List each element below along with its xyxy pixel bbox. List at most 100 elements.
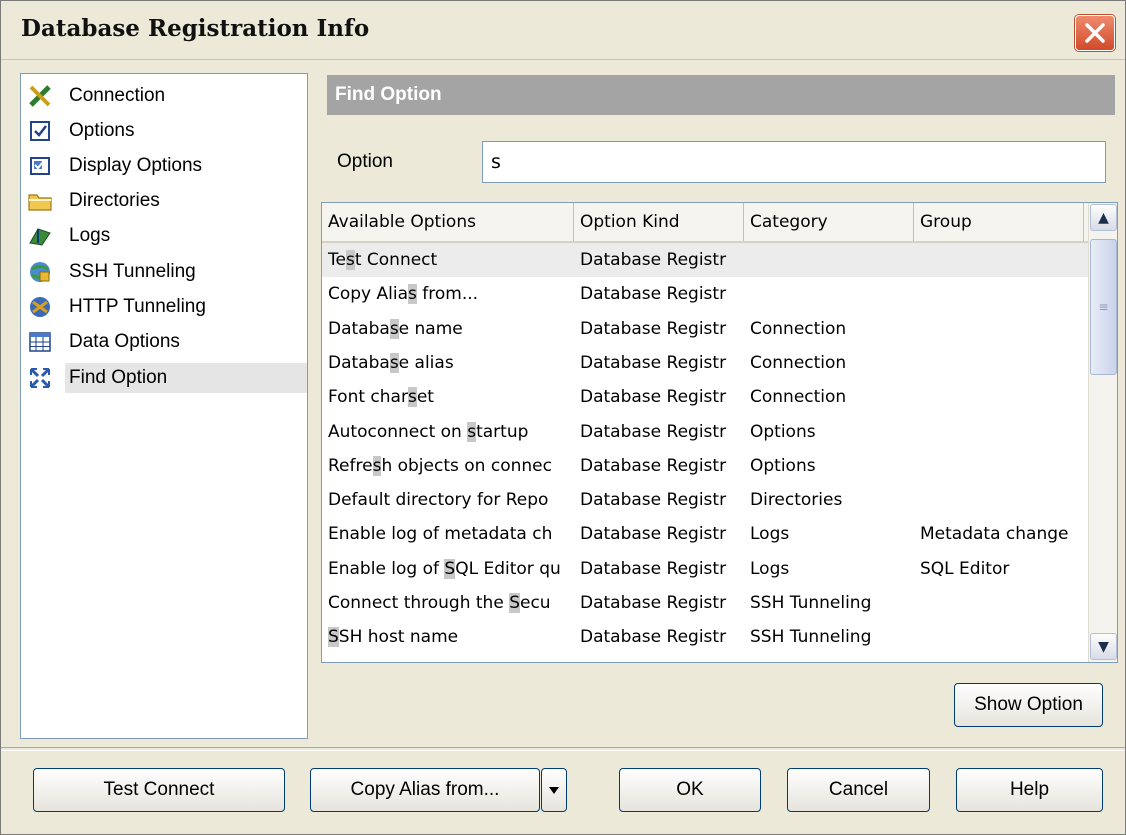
display-options-icon — [27, 153, 53, 179]
ok-button[interactable]: OK — [619, 768, 761, 812]
title-bar: Database Registration Info — [1, 1, 1125, 60]
options-grid[interactable]: Available Options Option Kind Category G… — [321, 202, 1118, 663]
table-row[interactable]: Font charset Database Registr Connection — [322, 380, 1088, 414]
table-row[interactable]: Database alias Database Registr Connection — [322, 346, 1088, 380]
table-cell: SSH Tunneling — [750, 593, 872, 613]
search-match-highlight: S — [328, 661, 339, 662]
ssh-tunneling-icon — [27, 259, 53, 285]
option-search-input[interactable] — [482, 141, 1106, 183]
sidebar-item-label: Find Option — [65, 363, 307, 393]
search-match-highlight: s — [389, 318, 399, 339]
sidebar-item-label: Data Options — [69, 331, 180, 352]
table-cell: Copy Alias from... — [328, 284, 479, 305]
search-match-highlight: s — [467, 421, 477, 442]
sidebar-item-connection[interactable]: Connection — [21, 78, 307, 114]
sidebar-item-directories[interactable]: Directories — [21, 183, 307, 219]
table-cell: SQL Editor — [920, 558, 1010, 579]
cancel-button[interactable]: Cancel — [787, 768, 930, 812]
table-cell: Connection — [750, 352, 847, 373]
table-cell: Metadata change — [920, 524, 1069, 545]
copy-alias-dropdown-button[interactable] — [541, 768, 567, 812]
sidebar-item-ssh-tunneling[interactable]: SSH Tunneling — [21, 254, 307, 290]
search-match-highlight: s — [372, 455, 382, 476]
table-row[interactable]: Copy Alias from... Database Registr — [322, 277, 1088, 311]
sidebar-item-label: SSH Tunneling — [69, 261, 196, 282]
sidebar-item-http-tunneling[interactable]: HTTP Tunneling — [21, 289, 307, 325]
sidebar-item-options[interactable]: Options — [21, 113, 307, 149]
table-cell — [914, 483, 1084, 517]
table-cell — [914, 415, 1084, 449]
table-cell: Logs — [750, 524, 790, 545]
table-cell — [914, 586, 1084, 620]
table-cell — [914, 277, 1084, 311]
test-connect-button[interactable]: Test Connect — [33, 768, 285, 812]
table-cell: Database name — [328, 318, 463, 339]
table-row[interactable]: Default directory for Repo Database Regis… — [322, 483, 1088, 517]
table-cell: Database Registr — [574, 655, 744, 663]
table-row[interactable]: SSH portDatabase RegistrSSH Tunneling — [322, 655, 1088, 663]
sidebar-item-label: Connection — [69, 85, 166, 106]
sidebar-item-label: Options — [69, 120, 135, 141]
sidebar-item-find-option[interactable]: Find Option — [21, 360, 307, 396]
table-row[interactable]: Database name Database Registr Connection — [322, 312, 1088, 346]
table-cell: SSH port — [322, 655, 574, 662]
help-button[interactable]: Help — [956, 768, 1103, 812]
table-row[interactable]: Connect through the Secu Database Registr… — [322, 586, 1088, 620]
scroll-up-button[interactable]: ▲ — [1090, 204, 1117, 231]
table-cell — [914, 346, 1084, 380]
column-header-category[interactable]: Category — [744, 203, 914, 241]
table-cell: Options — [750, 421, 816, 442]
scroll-down-button[interactable]: ▼ — [1090, 633, 1117, 660]
table-cell: Logs — [750, 558, 790, 579]
sidebar-item-label: Directories — [69, 190, 160, 211]
table-cell: Directories — [750, 490, 843, 511]
close-icon — [1085, 23, 1105, 43]
table-cell: Database Registr — [580, 387, 727, 408]
table-cell: Default directory for Repo — [328, 490, 549, 511]
table-cell: Database Registr — [580, 627, 727, 648]
close-button[interactable] — [1075, 15, 1115, 51]
chevron-down-icon: ▼ — [1098, 638, 1109, 655]
sidebar-item-logs[interactable]: Logs — [21, 218, 307, 254]
vertical-scrollbar[interactable]: ▲ ≡ ▼ — [1088, 203, 1117, 662]
chevron-up-icon: ▲ — [1098, 209, 1109, 226]
table-cell: Connection — [750, 387, 847, 408]
table-row[interactable]: Autoconnect on startup Database Registr Op… — [322, 415, 1088, 449]
table-row[interactable]: Refresh objects on connec Database Regist… — [322, 449, 1088, 483]
cancel-button-label: Cancel — [828, 779, 889, 800]
table-cell: Font charset — [328, 387, 434, 408]
folder-icon — [27, 188, 53, 214]
column-header-group[interactable]: Group — [914, 203, 1084, 241]
table-cell: Database alias — [328, 352, 454, 373]
table-cell: SSH Tunneling — [744, 655, 914, 663]
sidebar-tree[interactable]: Connection Options Display Options Direc… — [20, 73, 308, 739]
table-row[interactable]: Test Connect Database Registr — [322, 243, 1088, 277]
table-cell: Enable log of SQL Editor qu — [328, 558, 561, 579]
table-row[interactable]: Enable log of metadata ch Database Regist… — [322, 517, 1088, 551]
table-cell — [914, 655, 1084, 662]
table-cell: Database Registr — [580, 421, 727, 442]
column-header-available-options[interactable]: Available Options — [322, 203, 574, 241]
table-cell: Database Registr — [580, 318, 727, 339]
show-option-button[interactable]: Show Option — [954, 683, 1103, 727]
table-cell: Connect through the Secu — [328, 593, 551, 613]
table-cell: Database Registr — [580, 593, 727, 613]
column-header-option-kind[interactable]: Option Kind — [574, 203, 744, 241]
section-title: Find Option — [327, 75, 1115, 115]
table-cell: Database Registr — [580, 284, 727, 305]
dialog-window: Database Registration Info Connection Op… — [0, 0, 1126, 835]
connection-icon — [27, 83, 53, 109]
table-row[interactable]: SSH host name Database Registr SSH Tunneli… — [322, 620, 1088, 654]
sidebar-item-data-options[interactable]: Data Options — [21, 324, 307, 360]
table-cell: Test Connect — [328, 250, 438, 270]
table-cell: Database Registr — [580, 490, 727, 511]
footer-separator — [1, 747, 1125, 751]
table-cell: Database Registr — [580, 524, 727, 545]
scroll-thumb[interactable]: ≡ — [1090, 239, 1117, 375]
find-option-icon — [27, 365, 53, 391]
copy-alias-button[interactable]: Copy Alias from... — [310, 768, 540, 812]
sidebar-item-display-options[interactable]: Display Options — [21, 148, 307, 184]
search-match-highlight: s — [407, 387, 417, 408]
logs-icon — [27, 223, 53, 249]
table-row[interactable]: Enable log of SQL Editor qu Database Regi… — [322, 552, 1088, 586]
